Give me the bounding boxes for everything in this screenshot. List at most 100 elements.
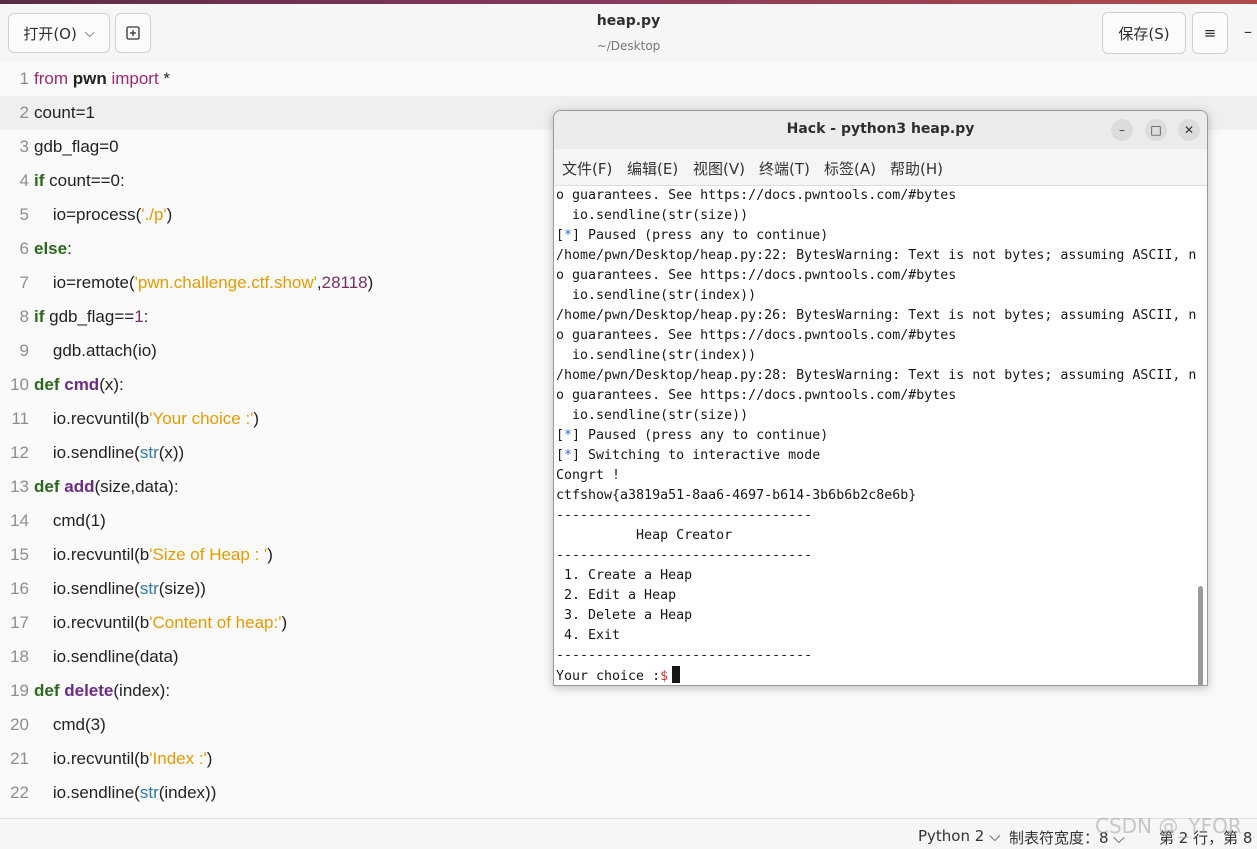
line-number: 14 [10, 511, 29, 530]
menu-terminal[interactable]: 终端(T) [759, 158, 810, 179]
code-text: cmd(3) [34, 715, 106, 734]
line-number: 16 [10, 579, 29, 598]
terminal-line: 4. Exit [556, 628, 621, 643]
terminal-minimize-button[interactable]: – [1111, 119, 1133, 141]
line-number: 21 [10, 749, 29, 768]
terminal-title: Hack - python3 heap.py [786, 121, 975, 137]
line-number: 19 [10, 681, 29, 700]
terminal-close-button[interactable]: ✕ [1178, 119, 1200, 141]
code-text: io.recvuntil(b'Content of heap:') [34, 613, 288, 632]
maximize-icon: □ [1150, 123, 1162, 137]
code-text: def add(size,data): [34, 477, 179, 496]
code-text: if gdb_flag==1: [34, 307, 149, 326]
terminal-prompt[interactable]: Your choice :$ [556, 666, 681, 685]
code-text: def cmd(x): [34, 375, 124, 394]
document-path: ~/Desktop [596, 39, 661, 53]
line-number: 12 [10, 443, 29, 462]
line-number: 8 [19, 307, 29, 326]
code-line[interactable]: 21 io.recvuntil(b'Index :') [0, 742, 1257, 776]
close-icon: ✕ [1183, 123, 1195, 137]
code-text: io.sendline(data) [34, 647, 179, 666]
code-text: if count==0: [34, 171, 125, 190]
terminal-line: 1. Create a Heap [556, 568, 693, 583]
line-number: 22 [10, 783, 29, 802]
csdn-watermark: CSDN @_YFOR [1095, 814, 1242, 838]
menu-view[interactable]: 视图(V) [693, 158, 745, 179]
line-number: 10 [10, 375, 29, 394]
code-text: io=remote('pwn.challenge.ctf.show',28118… [34, 273, 374, 292]
terminal-output[interactable]: o guarantees. See https://docs.pwntools.… [554, 186, 1207, 685]
code-text: io=process('./p') [34, 205, 173, 224]
terminal-menubar: 文件(F) 编辑(E) 视图(V) 终端(T) 标签(A) 帮助(H) [554, 149, 1207, 186]
terminal-window[interactable]: Hack - python3 heap.py – □ ✕ 文件(F) 编辑(E)… [553, 110, 1208, 686]
terminal-line: /home/pwn/Desktop/heap.py:28: BytesWarni… [556, 368, 1197, 383]
hamburger-menu-icon: ≡ [1203, 24, 1217, 42]
code-text: gdb.attach(io) [34, 341, 157, 360]
code-text: io.recvuntil(b'Size of Heap : ') [34, 545, 273, 564]
menu-help[interactable]: 帮助(H) [890, 158, 943, 179]
code-text: from pwn import * [34, 69, 171, 88]
save-button[interactable]: 保存(S) [1102, 12, 1186, 54]
line-number: 13 [10, 477, 29, 496]
code-text: io.sendline(str(x)) [34, 443, 185, 462]
line-number: 5 [19, 205, 29, 224]
terminal-line: -------------------------------- [556, 648, 813, 663]
terminal-line: 3. Delete a Heap [556, 608, 693, 623]
terminal-line: Congrt ! [556, 468, 621, 483]
line-number: 15 [10, 545, 29, 564]
code-text: io.recvuntil(b'Index :') [34, 749, 213, 768]
terminal-line: [*] Paused (press any to continue) [556, 428, 829, 443]
line-number: 17 [10, 613, 29, 632]
code-line[interactable]: 20 cmd(3) [0, 708, 1257, 742]
code-line[interactable]: 22 io.sendline(str(index)) [0, 776, 1257, 810]
line-number: 4 [19, 171, 29, 190]
terminal-cursor [672, 666, 681, 683]
line-number: 1 [19, 69, 29, 88]
code-text: io.recvuntil(b'Your choice :') [34, 409, 260, 428]
terminal-line: 2. Edit a Heap [556, 588, 677, 603]
document-title: heap.py [596, 13, 661, 29]
line-number: 6 [19, 239, 29, 258]
line-number: 9 [19, 341, 29, 360]
terminal-line: Heap Creator [556, 528, 733, 543]
editor-headerbar: 打开(O) ⌵ heap.py ~/Desktop 保存(S) ≡ – [0, 4, 1257, 63]
code-text: cmd(1) [34, 511, 106, 530]
main-menu-button[interactable]: ≡ [1192, 12, 1228, 54]
code-text: else: [34, 239, 72, 258]
menu-edit[interactable]: 编辑(E) [627, 158, 678, 179]
line-number: 18 [10, 647, 29, 666]
terminal-line: o guarantees. See https://docs.pwntools.… [556, 388, 957, 403]
terminal-line: /home/pwn/Desktop/heap.py:26: BytesWarni… [556, 308, 1197, 323]
terminal-line: io.sendline(str(size)) [556, 408, 749, 423]
line-number: 20 [10, 715, 29, 734]
language-selector[interactable]: Python 2 ⌵ [918, 827, 1000, 845]
terminal-line: io.sendline(str(index)) [556, 348, 757, 363]
terminal-maximize-button[interactable]: □ [1145, 119, 1167, 141]
code-line[interactable]: 1 from pwn import * [0, 62, 1257, 96]
terminal-line: -------------------------------- [556, 548, 813, 563]
line-number: 2 [19, 103, 29, 122]
terminal-line: [*] Switching to interactive mode [556, 448, 821, 463]
code-text: count=1 [34, 103, 95, 122]
terminal-titlebar[interactable]: Hack - python3 heap.py – □ ✕ [554, 111, 1207, 149]
line-number: 7 [19, 273, 29, 292]
line-number: 3 [19, 137, 29, 156]
terminal-line: io.sendline(str(index)) [556, 288, 757, 303]
terminal-line: o guarantees. See https://docs.pwntools.… [556, 328, 957, 343]
terminal-scrollbar[interactable] [1198, 586, 1203, 685]
terminal-line: o guarantees. See https://docs.pwntools.… [556, 188, 957, 203]
code-text: io.sendline(str(index)) [34, 783, 217, 802]
line-number: 11 [11, 409, 29, 428]
menu-tabs[interactable]: 标签(A) [824, 158, 876, 179]
minimize-icon: – [1119, 123, 1125, 137]
code-text: def delete(index): [34, 681, 171, 700]
terminal-line: -------------------------------- [556, 508, 813, 523]
terminal-line: io.sendline(str(size)) [556, 208, 749, 223]
menu-file[interactable]: 文件(F) [562, 158, 612, 179]
terminal-line: o guarantees. See https://docs.pwntools.… [556, 268, 957, 283]
terminal-line: ctfshow{a3819a51-8aa6-4697-b614-3b6b6b2c… [556, 488, 917, 503]
terminal-line: /home/pwn/Desktop/heap.py:22: BytesWarni… [556, 248, 1197, 263]
code-text: gdb_flag=0 [34, 137, 119, 156]
status-bar: Python 2 ⌵ 制表符宽度：8 ⌵ 第 2 行，第 8 [0, 818, 1257, 849]
window-minimize-icon[interactable]: – [1244, 22, 1252, 41]
